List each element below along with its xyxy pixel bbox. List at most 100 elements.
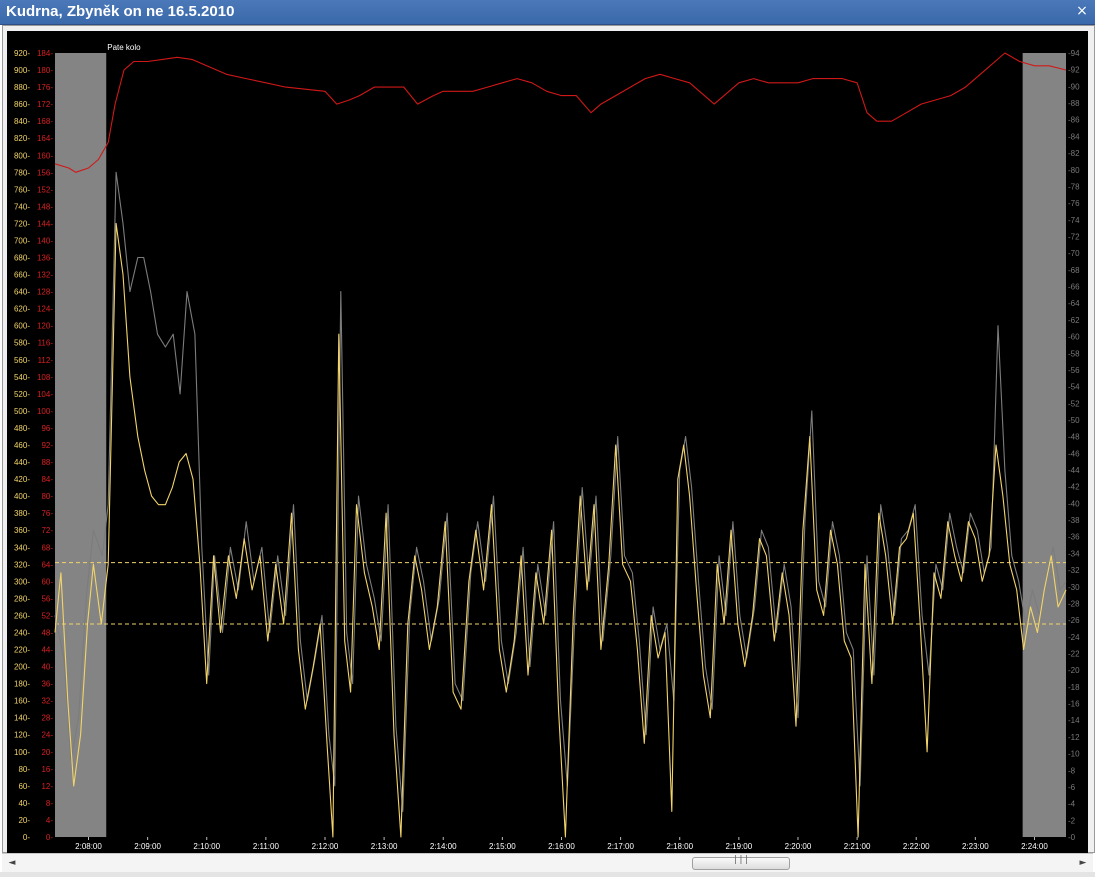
cadence-tick-label: -8 — [1068, 766, 1076, 775]
power-tick-label: 240- — [14, 628, 30, 637]
heart-rate-tick-label: 28- — [41, 714, 53, 723]
scroll-right-icon[interactable]: ► — [1075, 854, 1091, 872]
cadence-tick-label: -34 — [1068, 549, 1080, 558]
heart-rate-tick-label: 132- — [37, 271, 53, 280]
heart-rate-tick-label: 160- — [37, 151, 53, 160]
heart-rate-tick-label: 32- — [41, 697, 53, 706]
cadence-tick-label: -76 — [1068, 199, 1080, 208]
heart-rate-tick-label: 44- — [41, 646, 53, 655]
power-tick-label: 720- — [14, 219, 30, 228]
heart-rate-tick-label: 20- — [41, 748, 53, 757]
heart-rate-tick-label: 108- — [37, 373, 53, 382]
power-tick-label: 380- — [14, 509, 30, 518]
close-icon[interactable]: × — [1075, 2, 1089, 20]
power-tick-label: 920- — [14, 49, 30, 58]
heart-rate-tick-label: 24- — [41, 731, 53, 740]
scroll-left-icon[interactable]: ◄ — [4, 854, 20, 872]
cadence-tick-label: -62 — [1068, 316, 1080, 325]
x-tick-label: 2:20:00 — [785, 842, 812, 851]
power-tick-label: 340- — [14, 543, 30, 552]
heart-rate-tick-label: 156- — [37, 168, 53, 177]
cadence-tick-label: -56 — [1068, 366, 1080, 375]
cadence-tick-label: -6 — [1068, 783, 1076, 792]
heart-rate-tick-label: 80- — [41, 492, 53, 501]
power-tick-label: 520- — [14, 390, 30, 399]
power-tick-label: 900- — [14, 66, 30, 75]
power-tick-label: 740- — [14, 202, 30, 211]
cadence-tick-label: -70 — [1068, 249, 1080, 258]
cadence-tick-label: -14 — [1068, 716, 1080, 725]
power-tick-label: 120- — [14, 731, 30, 740]
heart-rate-tick-label: 72- — [41, 526, 53, 535]
horizontal-scrollbar[interactable]: ◄ ||| ► — [2, 853, 1093, 872]
power-tick-label: 420- — [14, 475, 30, 484]
power-tick-label: 680- — [14, 254, 30, 263]
cadence-tick-label: -16 — [1068, 700, 1080, 709]
power-tick-label: 480- — [14, 424, 30, 433]
power-tick-label: 660- — [14, 271, 30, 280]
power-tick-label: 80- — [18, 765, 30, 774]
heart-rate-tick-label: 8- — [46, 799, 53, 808]
x-tick-label: 2:12:00 — [312, 842, 339, 851]
performance-chart[interactable]: Pate kolo 0- 20- 40- 60- 80- 100- 120- 140- 160- 1… — [7, 31, 1088, 853]
x-tick-label: 2:08:00 — [75, 842, 102, 851]
cadence-tick-label: -88 — [1068, 99, 1080, 108]
heart-rate-tick-label: 116- — [38, 339, 54, 348]
heart-rate-tick-label: 0- — [46, 833, 53, 842]
heart-rate-tick-label: 152- — [37, 185, 53, 194]
power-tick-label: 540- — [14, 373, 30, 382]
heart-rate-tick-label: 68- — [41, 543, 53, 552]
cadence-tick-label: -68 — [1068, 266, 1080, 275]
power-tick-label: 500- — [14, 407, 30, 416]
cadence-tick-label: -90 — [1068, 82, 1080, 91]
plot-area — [55, 53, 1066, 837]
cadence-tick-label: -74 — [1068, 216, 1080, 225]
heart-rate-tick-label: 140- — [37, 236, 53, 245]
cadence-tick-label: -84 — [1068, 132, 1080, 141]
cadence-tick-label: -80 — [1068, 166, 1080, 175]
heart-rate-tick-label: 144- — [37, 219, 53, 228]
heart-rate-tick-label: 124- — [37, 305, 53, 314]
window-title: Kudrna, Zbyněk on ne 16.5.2010 — [6, 3, 235, 20]
cadence-tick-label: -2 — [1068, 816, 1076, 825]
power-tick-label: 760- — [14, 185, 30, 194]
heart-rate-tick-label: 164- — [37, 134, 53, 143]
cadence-tick-label: -64 — [1068, 299, 1080, 308]
cadence-tick-label: -44 — [1068, 466, 1080, 475]
cadence-tick-label: -66 — [1068, 283, 1080, 292]
cadence-tick-label: -72 — [1068, 232, 1080, 241]
scrollbar-thumb[interactable]: ||| — [692, 855, 790, 870]
cadence-tick-label: -48 — [1068, 433, 1080, 442]
heart-rate-tick-label: 60- — [41, 577, 53, 586]
power-tick-label: 100- — [14, 748, 30, 757]
cadence-tick-label: -46 — [1068, 449, 1080, 458]
power-tick-label: 140- — [14, 714, 30, 723]
cadence-tick-label: -94 — [1068, 49, 1080, 58]
power-tick-label: 260- — [14, 611, 30, 620]
window-title-bar: Kudrna, Zbyněk on ne 16.5.2010 × — [0, 0, 1095, 25]
x-tick-label: 2:18:00 — [666, 842, 693, 851]
cadence-tick-label: -92 — [1068, 66, 1080, 75]
power-tick-label: 360- — [14, 526, 30, 535]
power-tick-label: 620- — [14, 305, 30, 314]
cadence-tick-label: -60 — [1068, 333, 1080, 342]
cadence-tick-label: -20 — [1068, 666, 1080, 675]
shaded-range — [1022, 53, 1066, 837]
power-tick-label: 580- — [14, 339, 30, 348]
heart-rate-tick-label: 112- — [38, 356, 54, 365]
heart-rate-tick-label: 172- — [37, 100, 53, 109]
x-tick-label: 2:10:00 — [193, 842, 220, 851]
power-tick-label: 700- — [14, 236, 30, 245]
cadence-tick-label: -12 — [1068, 733, 1080, 742]
heart-rate-tick-label: 128- — [37, 288, 53, 297]
heart-rate-tick-label: 56- — [41, 594, 53, 603]
heart-rate-tick-label: 88- — [41, 458, 53, 467]
power-tick-label: 300- — [14, 577, 30, 586]
power-tick-label: 880- — [14, 83, 30, 92]
cadence-tick-label: -10 — [1068, 750, 1080, 759]
power-tick-label: 400- — [14, 492, 30, 501]
power-tick-label: 780- — [14, 168, 30, 177]
power-tick-label: 860- — [14, 100, 30, 109]
heart-rate-tick-label: 104- — [37, 390, 53, 399]
x-tick-label: 2:19:00 — [726, 842, 753, 851]
